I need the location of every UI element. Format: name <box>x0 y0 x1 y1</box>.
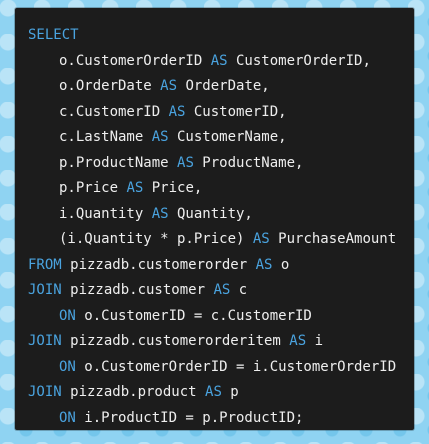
code-text: c <box>230 282 248 298</box>
code-text: p.Price <box>59 180 127 196</box>
code-text: ProductName, <box>193 154 304 171</box>
code-text: CustomerOrderID, <box>227 52 371 69</box>
code-text: i.ProductID = p.ProductID; <box>75 409 304 426</box>
keyword-as: AS <box>255 256 273 273</box>
code-text: pizzadb.customer <box>61 282 214 298</box>
code-text: pizzadb.customerorderitem <box>61 333 290 349</box>
keyword-on: ON <box>59 307 76 324</box>
code-text: pizzadb.product <box>61 384 206 400</box>
code-text: o <box>272 256 290 273</box>
code-text: OrderDate, <box>177 78 270 94</box>
keyword-on: ON <box>59 409 76 426</box>
code-line-3: o.OrderDate AS OrderDate, <box>28 74 408 100</box>
code-line-13: JOIN pizzadb.customerorderitem AS i <box>28 329 408 355</box>
code-text: i <box>306 333 324 349</box>
keyword-as: AS <box>160 78 178 94</box>
keyword-as: AS <box>213 282 231 298</box>
code-line-14: ON o.CustomerOrderID = i.CustomerOrderID <box>28 355 408 381</box>
code-line-10: FROM pizzadb.customerorder AS o <box>28 253 408 279</box>
keyword-join: JOIN <box>28 333 62 349</box>
code-line-12: ON o.CustomerID = c.CustomerID <box>28 304 408 330</box>
keyword-select: SELECT <box>28 27 79 43</box>
code-line-9: (i.Quantity * p.Price) AS PurchaseAmount <box>28 227 408 253</box>
code-text: p.ProductName <box>59 154 178 171</box>
code-text: PurchaseAmount <box>269 231 397 247</box>
code-text: Quantity, <box>168 205 253 222</box>
keyword-as: AS <box>177 154 194 171</box>
sql-code-panel: SELECT o.CustomerOrderID AS CustomerOrder… <box>15 8 414 430</box>
code-text: (i.Quantity * p.Price) <box>59 231 253 247</box>
code-line-2: o.CustomerOrderID AS CustomerOrderID, <box>28 49 408 75</box>
code-text: pizzadb.customerorder <box>61 256 256 273</box>
code-line-11: JOIN pizzadb.customer AS c <box>28 278 408 304</box>
code-text: i.Quantity <box>59 205 152 222</box>
code-text: o.CustomerID = c.CustomerID <box>75 307 312 324</box>
code-text: o.CustomerOrderID = i.CustomerOrderID <box>75 358 397 375</box>
keyword-as: AS <box>205 384 222 400</box>
keyword-as: AS <box>151 205 169 222</box>
code-line-5: c.LastName AS CustomerName, <box>28 125 408 151</box>
code-text: Price, <box>143 180 203 196</box>
code-text: CustomerID, <box>185 103 287 120</box>
keyword-join: JOIN <box>28 384 62 400</box>
code-text: CustomerName, <box>168 129 287 145</box>
code-text: o.OrderDate <box>59 78 161 94</box>
code-text: p <box>221 384 239 400</box>
code-text: c.CustomerID <box>59 103 169 120</box>
keyword-from: FROM <box>28 256 62 273</box>
code-line-8: i.Quantity AS Quantity, <box>28 202 408 228</box>
keyword-as: AS <box>210 52 228 69</box>
code-line-15: JOIN pizzadb.product AS p <box>28 380 408 406</box>
code-line-7: p.Price AS Price, <box>28 176 408 202</box>
code-text: c.LastName <box>59 129 152 145</box>
keyword-as: AS <box>252 231 270 247</box>
code-line-16: ON i.ProductID = p.ProductID; <box>28 406 408 431</box>
code-text: o.CustomerOrderID <box>59 52 211 69</box>
keyword-as: AS <box>168 103 186 120</box>
code-line-4: c.CustomerID AS CustomerID, <box>28 100 408 126</box>
sql-code-block: SELECT o.CustomerOrderID AS CustomerOrder… <box>28 23 408 430</box>
code-line-6: p.ProductName AS ProductName, <box>28 151 408 177</box>
code-line-1: SELECT <box>28 23 408 49</box>
keyword-as: AS <box>126 180 144 196</box>
keyword-as: AS <box>289 333 307 349</box>
keyword-on: ON <box>59 358 76 375</box>
keyword-as: AS <box>151 129 169 145</box>
keyword-join: JOIN <box>28 282 62 298</box>
